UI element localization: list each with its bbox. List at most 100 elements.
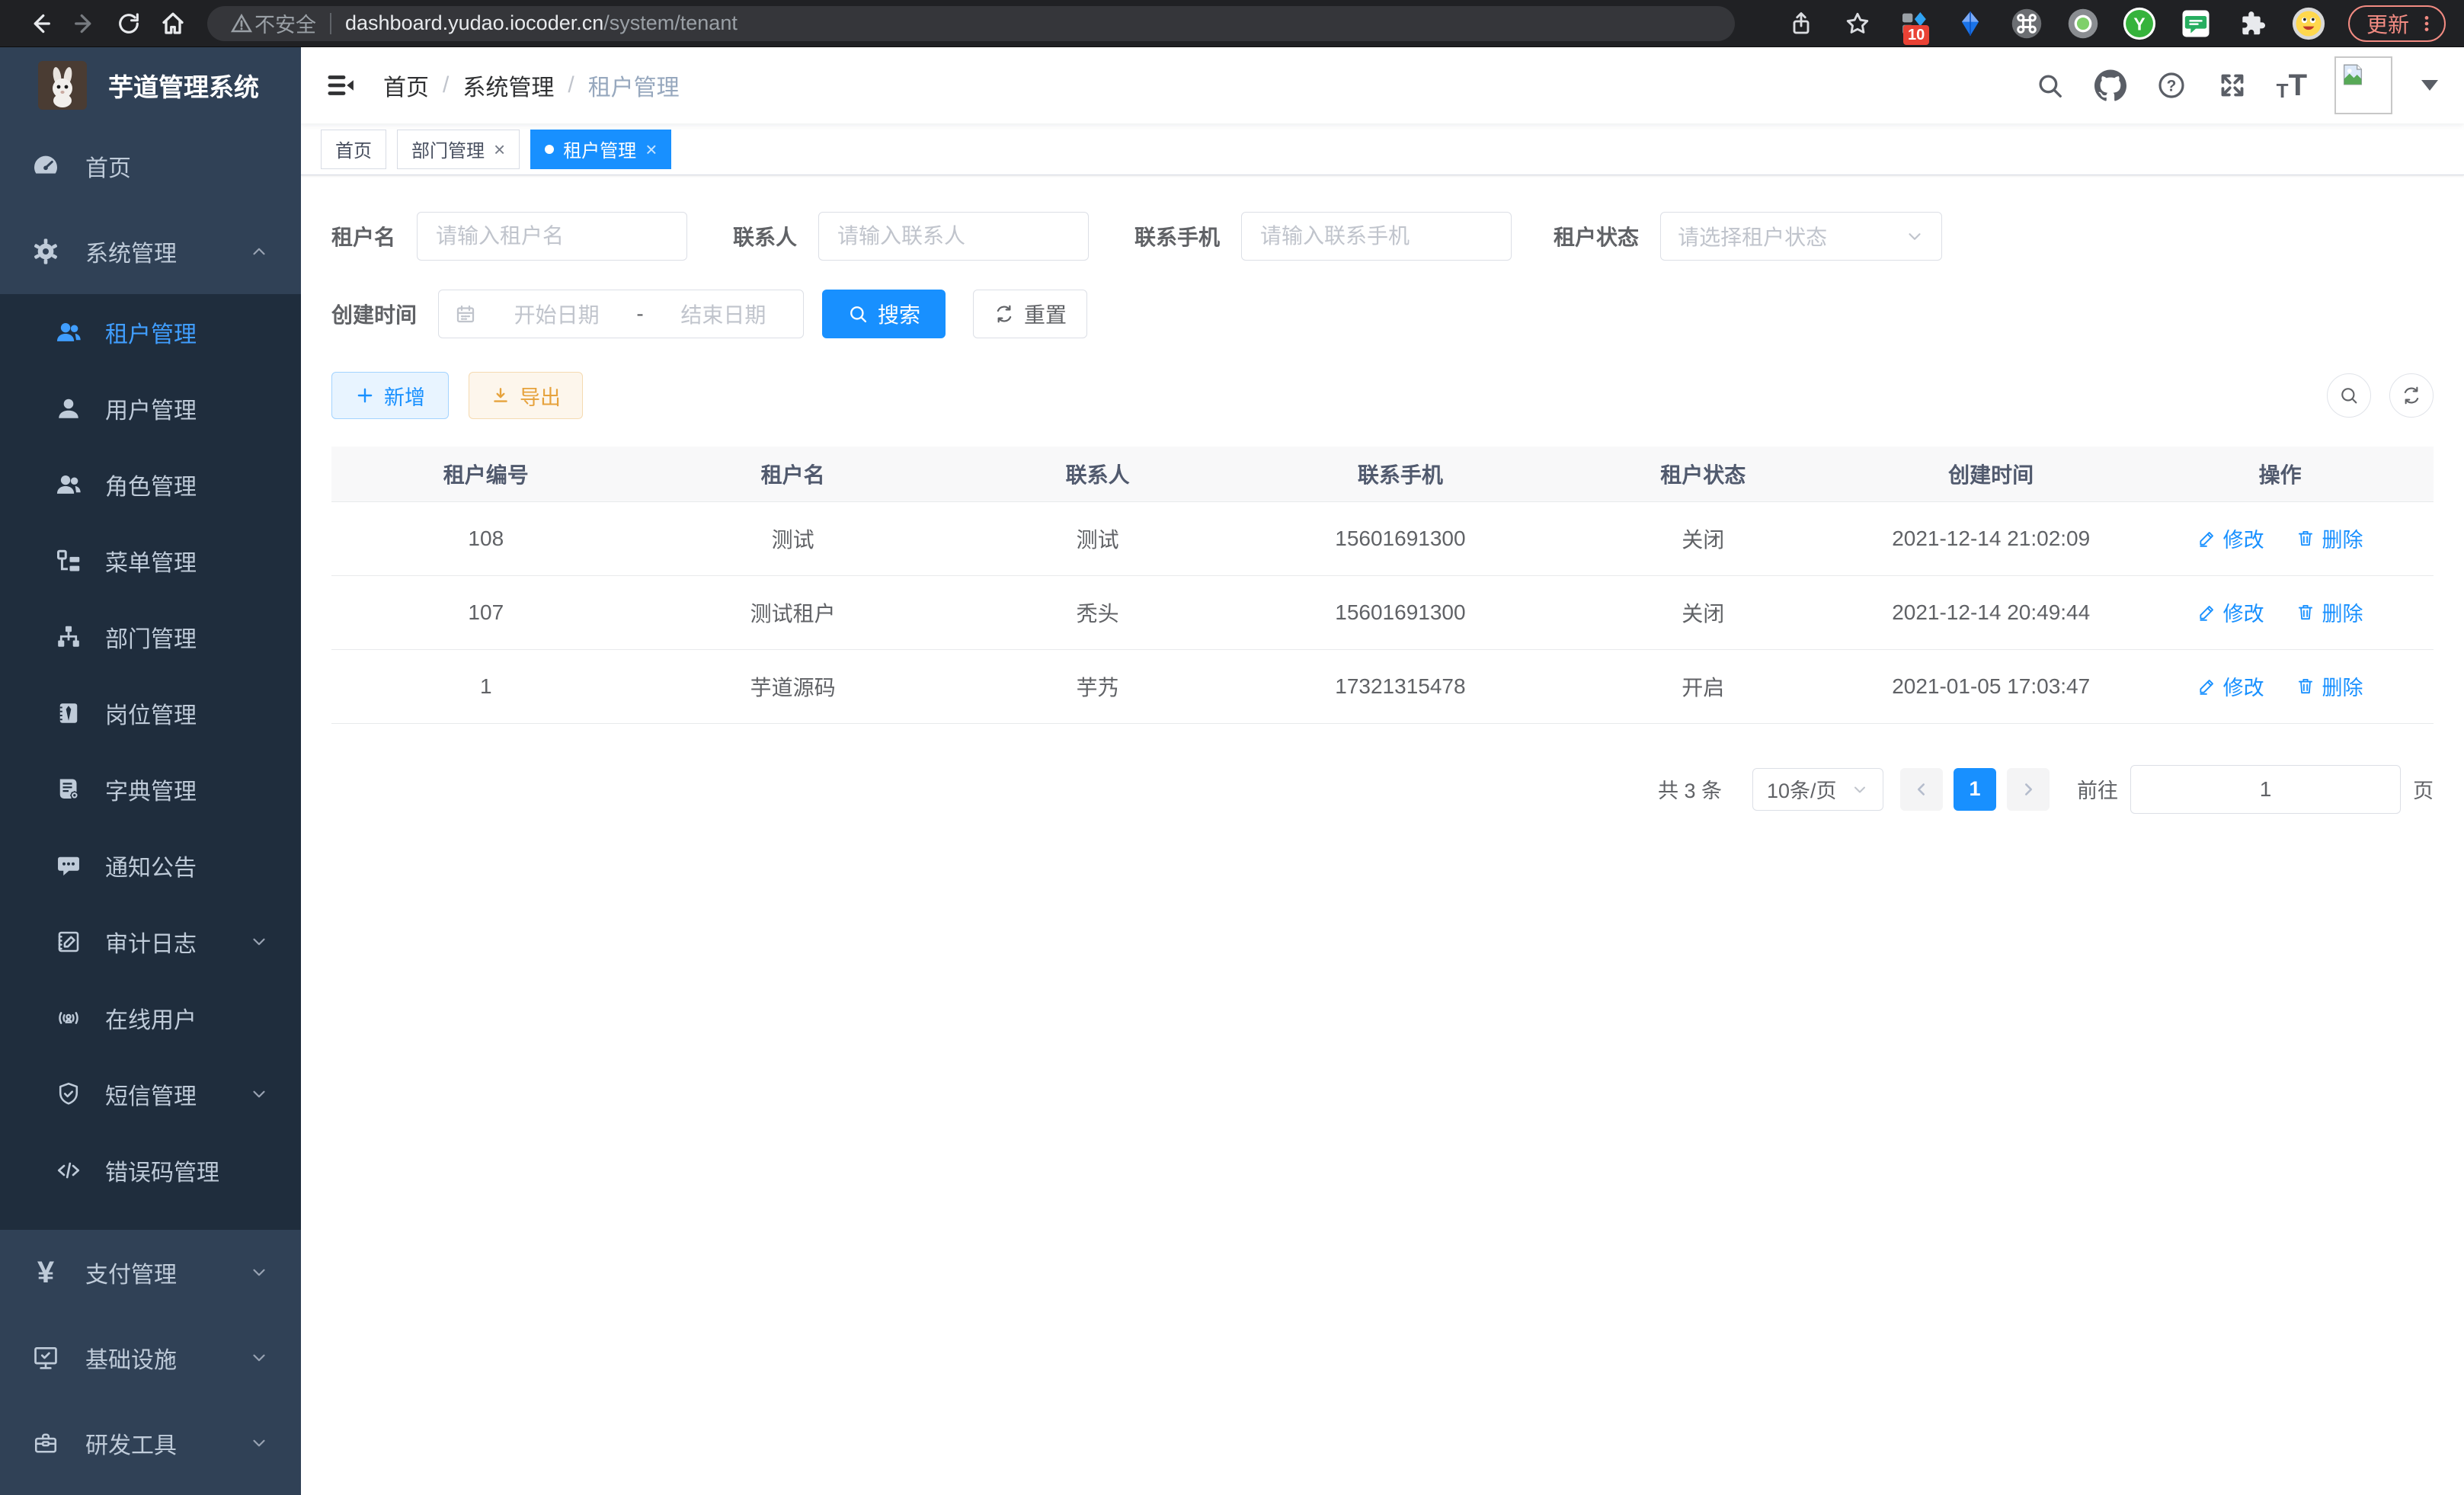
contact-input[interactable] [818, 212, 1089, 261]
tenant-name-input[interactable] [417, 212, 687, 261]
browser-profile-avatar[interactable] [2292, 7, 2325, 40]
tab-home[interactable]: 首页 [321, 130, 386, 169]
close-tab-icon[interactable]: × [494, 139, 505, 159]
url-bar[interactable]: 不安全 dashboard.yudao.iocoder.cn/system/te… [207, 6, 1735, 41]
gear-icon [29, 235, 62, 268]
reset-button[interactable]: 重置 [973, 290, 1087, 338]
sidebar-item-dev-tools[interactable]: 研发工具 [0, 1401, 301, 1486]
table-row: 107 测试租户 秃头 15601691300 关闭 2021-12-14 20… [331, 575, 2434, 649]
share-button[interactable] [1784, 7, 1818, 40]
sidebar-item-label: 租户管理 [105, 315, 197, 349]
header-search-button[interactable] [2033, 69, 2066, 102]
tab-tenant[interactable]: 租户管理× [530, 130, 671, 169]
refresh-table-button[interactable] [2389, 373, 2434, 418]
cell-mobile: 15601691300 [1250, 575, 1551, 649]
user-avatar[interactable] [2334, 56, 2392, 114]
browser-reload-button[interactable] [107, 2, 151, 46]
extension-tab-manager-button[interactable]: 10 [1897, 7, 1931, 40]
extensions-puzzle-button[interactable] [2235, 7, 2269, 40]
search-button[interactable]: 搜索 [822, 290, 946, 338]
breadcrumb-current: 租户管理 [588, 69, 680, 102]
url-divider [330, 13, 331, 34]
sidebar-item-tenant[interactable]: 租户管理 [0, 294, 301, 370]
github-button[interactable] [2094, 69, 2127, 102]
sidebar-item-sms[interactable]: 短信管理 [0, 1056, 301, 1132]
sidebar-item-notice[interactable]: 通知公告 [0, 828, 301, 904]
next-page-button[interactable] [2007, 768, 2050, 811]
add-button[interactable]: 新增 [331, 372, 449, 419]
hamburger-button[interactable] [324, 69, 357, 102]
sidebar-item-role[interactable]: 角色管理 [0, 447, 301, 523]
question-icon: ? [2156, 70, 2187, 101]
page-size-value: 10条/页 [1767, 774, 1837, 804]
sidebar-item-system[interactable]: 系统管理 [0, 209, 301, 294]
sidebar-item-label: 短信管理 [105, 1077, 197, 1111]
sidebar-item-audit-log[interactable]: 审计日志 [0, 904, 301, 980]
kite-icon [1956, 9, 1985, 38]
delete-link[interactable]: 删除 [2296, 671, 2363, 701]
audit-log-icon [53, 927, 84, 957]
app-logo-rabbit [38, 61, 87, 110]
site-info-button[interactable] [229, 11, 254, 37]
refresh-icon [994, 303, 1015, 325]
sidebar-item-label: 菜单管理 [105, 544, 197, 578]
sidebar-item-online-user[interactable]: 在线用户 [0, 980, 301, 1056]
goto-page-input[interactable] [2130, 765, 2401, 814]
breadcrumb-system[interactable]: 系统管理 [462, 69, 554, 102]
edit-link[interactable]: 修改 [2197, 597, 2264, 627]
extension-kite-button[interactable] [1954, 7, 1987, 40]
browser-update-button[interactable]: 更新 [2348, 5, 2446, 42]
sidebar-item-infra[interactable]: 基础设施 [0, 1315, 301, 1401]
filter-form-row-1: 租户名 联系人 联系手机 租户状态 请选择租户状态 [331, 212, 2434, 261]
prev-page-button[interactable] [1900, 768, 1943, 811]
browser-back-button[interactable] [18, 2, 62, 46]
chevron-down-icon [249, 1263, 269, 1282]
mobile-input[interactable] [1241, 212, 1512, 261]
export-button[interactable]: 导出 [469, 372, 583, 419]
page-size-select[interactable]: 10条/页 [1752, 768, 1883, 811]
sidebar-item-dict[interactable]: 字典管理 [0, 751, 301, 828]
status-select[interactable]: 请选择租户状态 [1660, 212, 1942, 261]
extension-recorder-button[interactable] [2066, 7, 2100, 40]
edit-link[interactable]: 修改 [2197, 523, 2264, 553]
browser-home-button[interactable] [151, 2, 195, 46]
breadcrumb-home[interactable]: 首页 [383, 69, 429, 102]
sidebar-item-label: 审计日志 [105, 925, 197, 959]
delete-link[interactable]: 删除 [2296, 523, 2363, 553]
create-time-range-picker[interactable]: 开始日期 - 结束日期 [438, 290, 804, 338]
extension-command-button[interactable] [2010, 7, 2043, 40]
table-header-row: 租户编号 租户名 联系人 联系手机 租户状态 创建时间 操作 [331, 447, 2434, 501]
toggle-search-button[interactable] [2327, 373, 2371, 418]
error-code-icon [53, 1155, 84, 1186]
sidebar-item-menu[interactable]: 菜单管理 [0, 523, 301, 599]
help-button[interactable]: ? [2155, 69, 2188, 102]
extension-yapi-button[interactable]: Y [2123, 7, 2156, 40]
sidebar-item-user[interactable]: 用户管理 [0, 370, 301, 447]
sidebar-item-dept[interactable]: 部门管理 [0, 599, 301, 675]
app-logo-row[interactable]: 芋道管理系统 [0, 47, 301, 123]
close-tab-icon[interactable]: × [645, 139, 657, 159]
cell-actions: 修改 删除 [2126, 649, 2434, 723]
sidebar-item-label: 在线用户 [105, 1001, 197, 1035]
edit-link[interactable]: 修改 [2197, 671, 2264, 701]
sidebar-item-error-code[interactable]: 错误码管理 [0, 1132, 301, 1208]
sidebar-item-home[interactable]: 首页 [0, 123, 301, 209]
delete-link-label: 删除 [2322, 597, 2363, 627]
browser-forward-button[interactable] [62, 2, 107, 46]
update-label: 更新 [2366, 8, 2409, 39]
tab-dept[interactable]: 部门管理× [397, 130, 520, 169]
font-size-button[interactable]: TT [2277, 70, 2307, 101]
command-icon [2011, 8, 2043, 40]
current-page-button[interactable]: 1 [1954, 768, 1996, 811]
delete-link[interactable]: 删除 [2296, 597, 2363, 627]
puzzle-icon [2238, 9, 2267, 38]
sidebar-item-label: 系统管理 [85, 235, 177, 268]
chevron-right-icon [2018, 780, 2038, 799]
sidebar-item-pay[interactable]: ¥ 支付管理 [0, 1230, 301, 1315]
delete-link-label: 删除 [2322, 523, 2363, 553]
extension-chat-button[interactable] [2179, 7, 2213, 40]
fullscreen-button[interactable] [2216, 69, 2249, 102]
avatar-dropdown-caret[interactable] [2421, 80, 2438, 91]
bookmark-star-button[interactable] [1841, 7, 1874, 40]
sidebar-item-post[interactable]: 岗位管理 [0, 675, 301, 751]
